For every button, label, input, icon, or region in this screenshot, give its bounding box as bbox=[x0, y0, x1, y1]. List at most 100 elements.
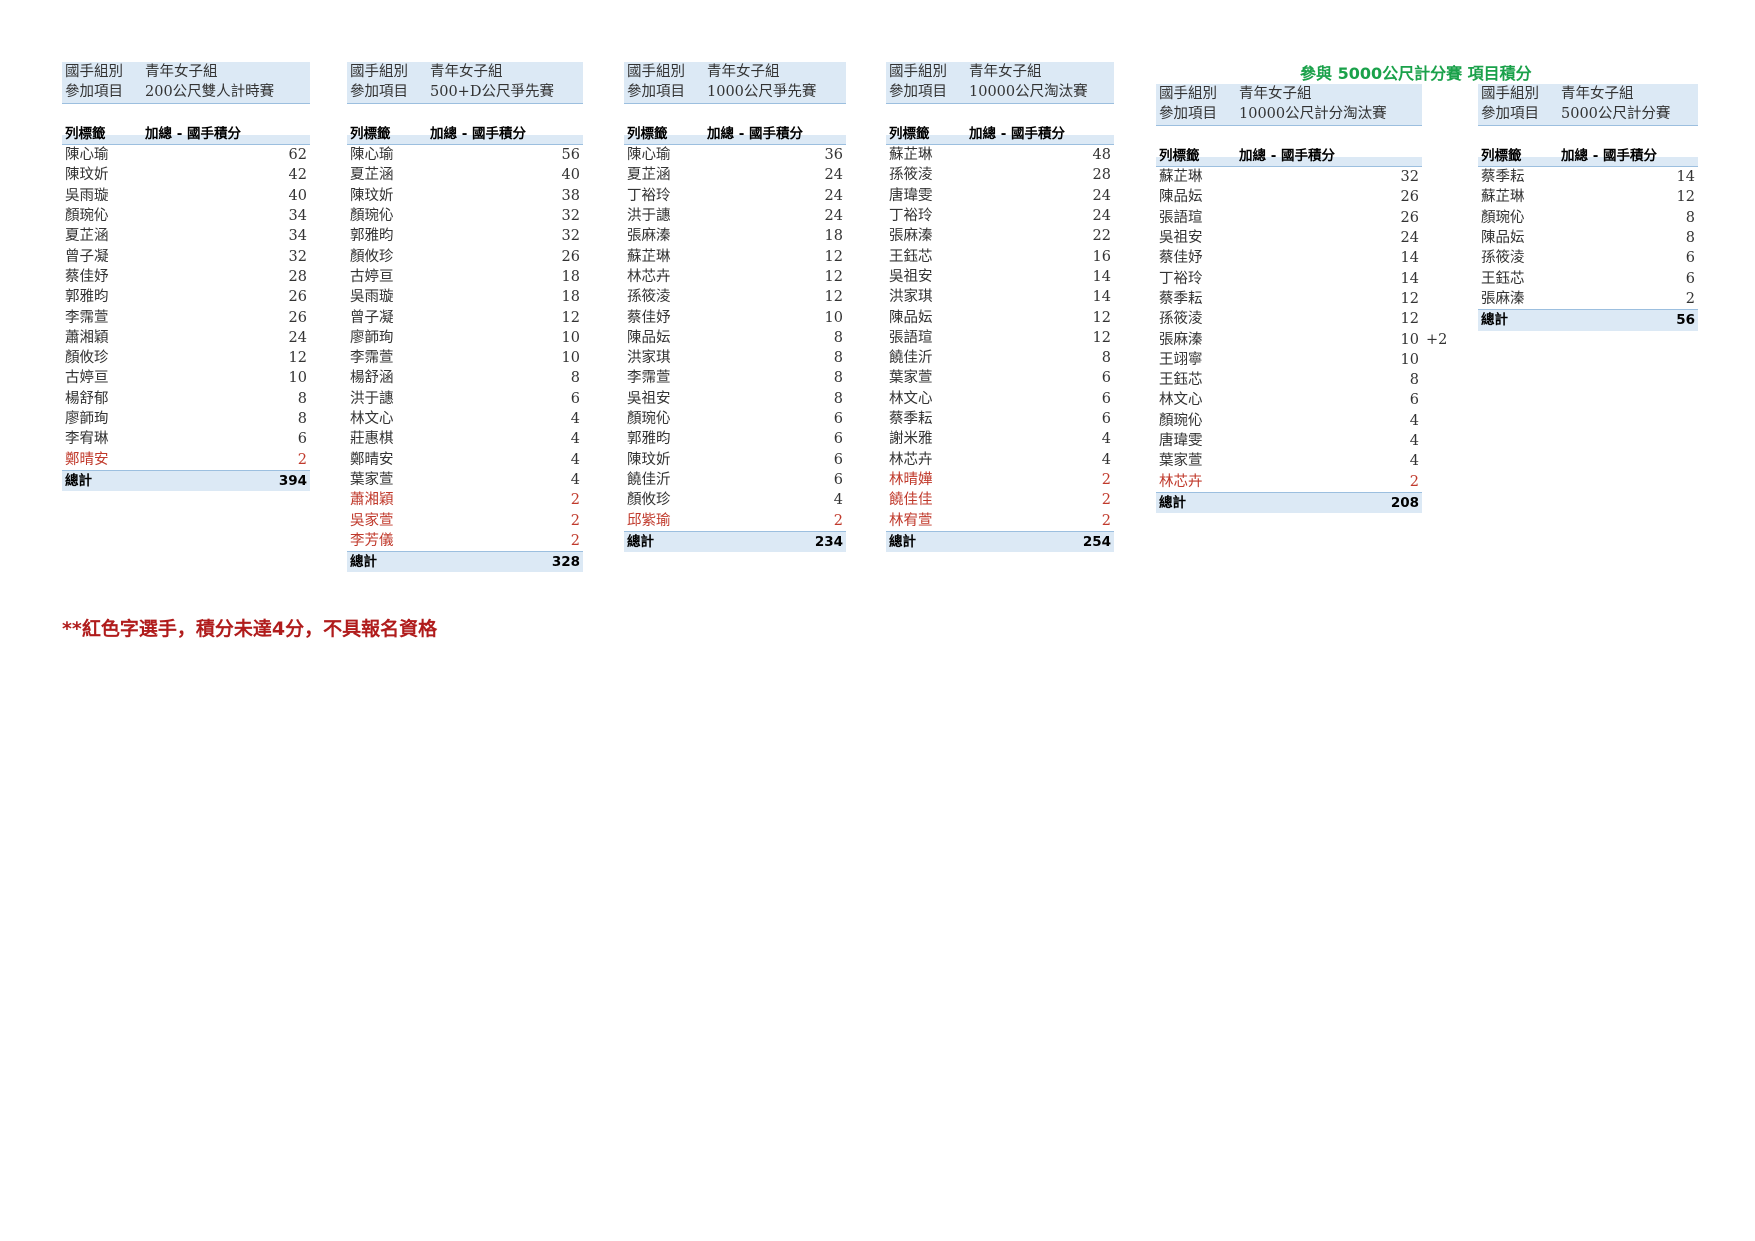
athlete-name: 李霈萱 bbox=[350, 350, 394, 367]
table-row: 吳祖安 14 bbox=[886, 267, 1114, 287]
table-row: 蕭湘穎 2 bbox=[347, 490, 583, 510]
athlete-name: 顏琬伈 bbox=[65, 208, 109, 225]
points-value: 8 bbox=[1101, 350, 1111, 367]
athlete-name: 顏攸珍 bbox=[627, 492, 671, 509]
blank-row bbox=[1478, 126, 1698, 146]
table-row: 郭雅昀 6 bbox=[624, 429, 846, 449]
table-row: 葉家萱 6 bbox=[886, 368, 1114, 388]
points-value: 18 bbox=[561, 289, 580, 306]
points-value: 2 bbox=[1685, 290, 1695, 307]
total-label: 總計 bbox=[65, 472, 92, 489]
points-value: 12 bbox=[1092, 329, 1111, 346]
row-label-header: 列標籤 bbox=[350, 125, 391, 142]
athlete-name: 李芳儀 bbox=[350, 532, 394, 549]
athlete-name: 洪于譓 bbox=[350, 390, 394, 407]
points-value: 2 bbox=[1101, 512, 1111, 529]
table-row: 謝米雅 4 bbox=[886, 429, 1114, 449]
total-row: 總計 234 bbox=[624, 530, 846, 553]
pivot-table-10000-elim: 國手組別 青年女子組 參加項目 10000公尺淘汰賽 列標籤 加總 - 國手積分 蘇芷琳 48… bbox=[886, 62, 1114, 553]
points-value: 8 bbox=[1685, 230, 1695, 247]
athlete-name: 楊舒涵 bbox=[350, 370, 394, 387]
points-value: 10 bbox=[288, 370, 307, 387]
column-header-row: 列標籤 加總 - 國手積分 bbox=[347, 123, 583, 146]
athlete-name: 李霈萱 bbox=[627, 370, 671, 387]
event-key: 參加項目 bbox=[889, 84, 947, 101]
points-value: 34 bbox=[288, 208, 307, 225]
header-cell: 列標籤 加總 - 國手積分 bbox=[886, 124, 1065, 144]
total-value: 234 bbox=[814, 533, 843, 550]
points-value: 12 bbox=[1676, 189, 1695, 206]
table-row: 陳心瑜 56 bbox=[347, 145, 583, 165]
group-key: 國手組別 bbox=[65, 64, 123, 80]
points-value: 32 bbox=[561, 208, 580, 225]
athlete-name: 丁裕玲 bbox=[889, 208, 933, 225]
column-header-row: 列標籤 加總 - 國手積分 bbox=[1478, 145, 1698, 168]
athlete-name: 張麻溱 bbox=[627, 228, 671, 245]
event-key: 參加項目 bbox=[1159, 106, 1217, 123]
athlete-name: 林文心 bbox=[889, 390, 933, 407]
points-value: 14 bbox=[1092, 268, 1111, 285]
total-row: 總計 254 bbox=[886, 530, 1114, 553]
athlete-name: 蘇芷琳 bbox=[627, 248, 671, 265]
table-row: 顏攸珍 26 bbox=[347, 247, 583, 267]
athlete-name: 林芯卉 bbox=[627, 268, 671, 285]
blank-row bbox=[886, 104, 1114, 124]
points-value: 6 bbox=[1409, 392, 1419, 409]
points-value: 4 bbox=[570, 431, 580, 448]
athlete-name: 顏攸珍 bbox=[350, 248, 394, 265]
total-value: 254 bbox=[1082, 533, 1111, 550]
table-row: 孫筱淩 12 bbox=[624, 287, 846, 307]
athlete-name: 吳雨璇 bbox=[65, 187, 109, 204]
table-row: 丁裕玲 14 bbox=[1156, 269, 1422, 289]
table-row: 陳玟妡 42 bbox=[62, 165, 310, 185]
points-value: 4 bbox=[570, 451, 580, 468]
table-row: 張語瑄 26 bbox=[1156, 208, 1422, 228]
blank-row bbox=[347, 104, 583, 124]
table-row: 蘇芷琳 32 bbox=[1156, 167, 1422, 187]
table-row: 邱紫瑜 2 bbox=[624, 511, 846, 531]
row-label-header: 列標籤 bbox=[1159, 147, 1200, 164]
athlete-name: 郭雅昀 bbox=[350, 228, 394, 245]
points-value: 62 bbox=[288, 147, 307, 164]
table-row: 曾子凝 12 bbox=[347, 308, 583, 328]
table-row: 楊舒涵 8 bbox=[347, 368, 583, 388]
event-value: 1000公尺爭先賽 bbox=[707, 84, 817, 101]
athlete-name: 謝米雅 bbox=[889, 431, 933, 448]
row-label-header: 列標籤 bbox=[889, 125, 930, 142]
athlete-name: 蕭湘穎 bbox=[65, 329, 109, 346]
table-row: 蘇芷琳 12 bbox=[1478, 187, 1698, 207]
table-row: 蔡季耘 14 bbox=[1478, 167, 1698, 187]
table-row: 陳品妘 12 bbox=[886, 308, 1114, 328]
event-cell: 參加項目 10000公尺淘汰賽 bbox=[886, 82, 1088, 102]
athlete-name: 顏琬伈 bbox=[1481, 209, 1525, 226]
points-value: 10 bbox=[561, 350, 580, 367]
points-value: 32 bbox=[1400, 169, 1419, 186]
event-value: 5000公尺計分賽 bbox=[1561, 106, 1671, 123]
event-cell: 參加項目 5000公尺計分賽 bbox=[1478, 104, 1670, 124]
table-row: 廖韴珣 8 bbox=[62, 409, 310, 429]
athlete-name: 饒佳沂 bbox=[627, 471, 671, 488]
points-annotation: +2 bbox=[1426, 331, 1448, 348]
points-value: 2 bbox=[297, 451, 307, 468]
athlete-name: 蕭湘穎 bbox=[350, 492, 394, 509]
total-value: 208 bbox=[1390, 494, 1419, 511]
table-row: 張麻溱 22 bbox=[886, 226, 1114, 246]
athlete-name: 丁裕玲 bbox=[627, 187, 671, 204]
table-row: 王鈺芯 6 bbox=[1478, 269, 1698, 289]
table-row: 蔡季耘 6 bbox=[886, 409, 1114, 429]
event-value: 10000公尺淘汰賽 bbox=[969, 84, 1088, 101]
table-row: 林文心 6 bbox=[1156, 390, 1422, 410]
points-value: 4 bbox=[570, 471, 580, 488]
athlete-name: 陳心瑜 bbox=[627, 147, 671, 164]
event-cell: 參加項目 200公尺雙人計時賽 bbox=[62, 82, 274, 102]
table-row: 洪家琪 8 bbox=[624, 348, 846, 368]
table-row: 林宥萱 2 bbox=[886, 511, 1114, 531]
points-value: 24 bbox=[288, 329, 307, 346]
table-row: 李霈萱 10 bbox=[347, 348, 583, 368]
points-value: 2 bbox=[570, 492, 580, 509]
table-row: 蘇芷琳 48 bbox=[886, 145, 1114, 165]
event-value: 200公尺雙人計時賽 bbox=[145, 84, 275, 101]
table-row: 顏攸珍 4 bbox=[624, 490, 846, 510]
points-value: 26 bbox=[1400, 209, 1419, 226]
table-row: 王鈺芯 8 bbox=[1156, 370, 1422, 390]
